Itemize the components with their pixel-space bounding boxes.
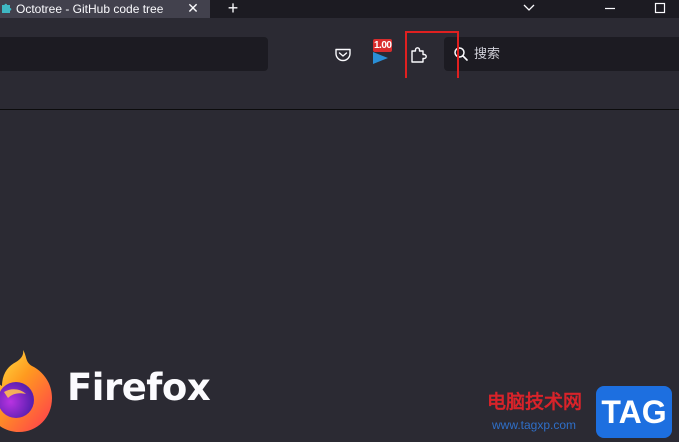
- watermark-tag-badge: TAG: [596, 386, 672, 438]
- chevron-down-icon[interactable]: [518, 0, 540, 18]
- address-bar[interactable]: [0, 37, 268, 71]
- tab-title-fade: [160, 0, 182, 18]
- firefox-logo-icon: [0, 344, 56, 434]
- watermark-tag-text: TAG: [601, 394, 667, 430]
- bookmarks-toolbar: [0, 78, 679, 110]
- octotree-shape-icon: [372, 51, 390, 65]
- search-placeholder: 搜索: [474, 46, 501, 61]
- extension-badge: 1.00: [373, 39, 393, 52]
- search-icon: [453, 46, 469, 62]
- search-bar[interactable]: 搜索: [444, 37, 679, 71]
- firefox-wordmark: Firefox: [67, 366, 211, 409]
- maximize-icon[interactable]: [648, 0, 672, 18]
- puzzle-piece-icon[interactable]: [406, 42, 432, 68]
- pocket-icon[interactable]: [332, 44, 354, 64]
- tab-octotree[interactable]: Octotree - GitHub code tree ✕: [0, 0, 210, 18]
- tab-title: Octotree - GitHub code tree: [16, 2, 164, 16]
- tab-close-button[interactable]: ✕: [184, 0, 202, 18]
- watermark-site-name: 电脑技术网: [487, 391, 583, 413]
- navigation-toolbar: 1.00 搜索: [0, 18, 679, 78]
- browser-window: Octotree - GitHub code tree ✕ + 1.00 搜索 …: [0, 0, 679, 442]
- octotree-extension-icon[interactable]: 1.00: [368, 38, 398, 66]
- watermark-url: www.tagxp.com: [492, 418, 577, 432]
- octotree-puzzle-icon: [0, 2, 12, 14]
- tab-strip: Octotree - GitHub code tree ✕ +: [0, 0, 679, 18]
- new-tab-button[interactable]: +: [222, 0, 244, 18]
- minimize-icon[interactable]: [598, 0, 622, 18]
